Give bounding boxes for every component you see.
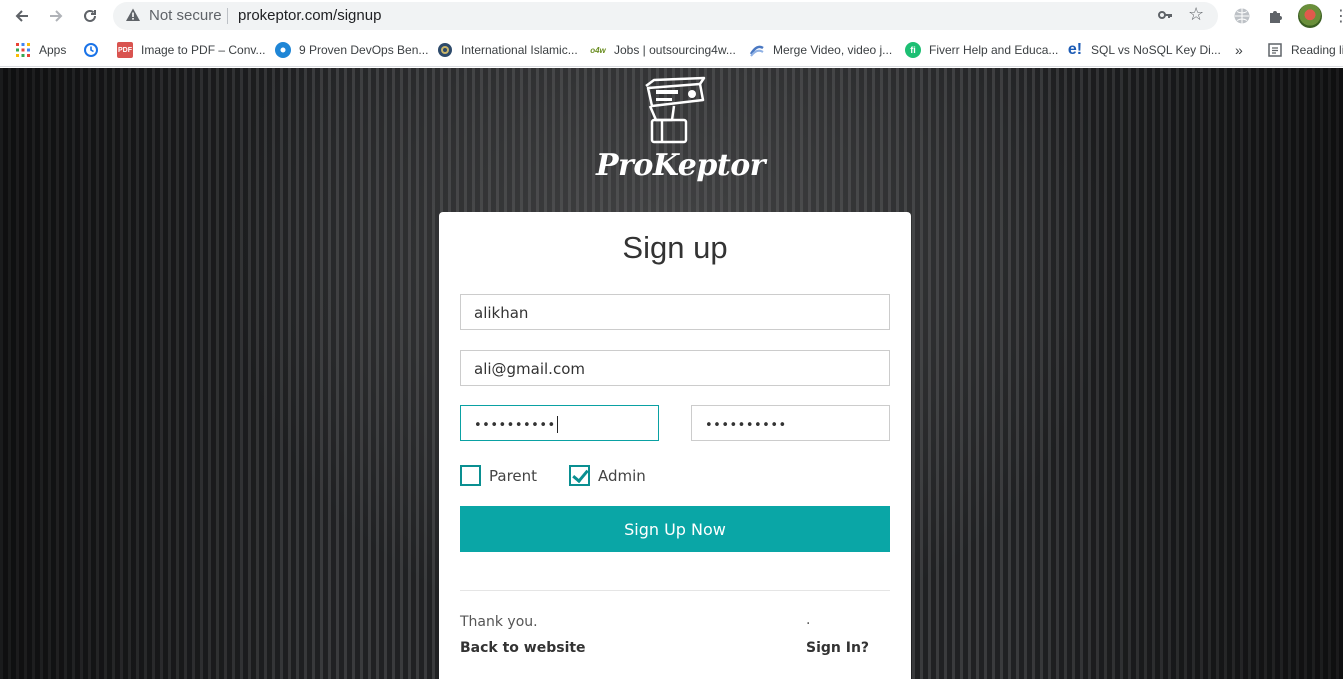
sign-up-button[interactable]: Sign Up Now bbox=[460, 506, 890, 552]
forward-arrow-icon[interactable] bbox=[44, 5, 68, 27]
bookmark-devops[interactable]: 9 Proven DevOps Ben... bbox=[275, 41, 428, 59]
bookmark-label: Fiverr Help and Educa... bbox=[929, 43, 1059, 57]
bookmark-label: Image to PDF – Conv... bbox=[141, 43, 266, 57]
bookmark-label: 9 Proven DevOps Ben... bbox=[299, 43, 429, 57]
warning-icon[interactable] bbox=[125, 7, 141, 23]
security-camera-icon bbox=[645, 76, 706, 144]
bookmark-label: SQL vs NoSQL Key Di... bbox=[1091, 43, 1221, 57]
password-value: •••••••••• bbox=[474, 418, 556, 433]
bookmark-star-icon[interactable]: ☆ bbox=[1188, 4, 1204, 25]
bookmark-merge-video[interactable]: Merge Video, video j... bbox=[749, 41, 892, 59]
url-text[interactable]: prokeptor.com/signup bbox=[238, 7, 381, 24]
bookmarks-bar: Apps PDF Image to PDF – Conv... 9 Proven… bbox=[0, 33, 1343, 67]
bookmark-history[interactable] bbox=[83, 41, 107, 59]
browser-toolbar: Not secure prokeptor.com/signup ☆ ⋮ bbox=[0, 0, 1343, 33]
bookmarks-overflow-button[interactable]: » bbox=[1235, 41, 1243, 59]
admin-label: Admin bbox=[598, 466, 646, 485]
bookmark-label: Merge Video, video j... bbox=[773, 43, 893, 57]
password-field[interactable]: •••••••••• bbox=[460, 405, 659, 441]
apps-grid-icon bbox=[15, 42, 31, 58]
reading-list-icon bbox=[1267, 42, 1283, 58]
security-label[interactable]: Not secure bbox=[149, 7, 222, 24]
back-arrow-icon[interactable] bbox=[10, 5, 34, 27]
video-icon bbox=[749, 42, 765, 58]
bookmark-outsourcing[interactable]: o4w Jobs | outsourcing4w... bbox=[590, 41, 736, 59]
browser-menu-icon[interactable]: ⋮ bbox=[1333, 6, 1343, 26]
footer-divider bbox=[460, 590, 890, 591]
bookmark-sql-nosql[interactable]: e! SQL vs NoSQL Key Di... bbox=[1067, 41, 1221, 59]
email-field[interactable]: ali@gmail.com bbox=[460, 350, 890, 386]
signup-page: ProKeptor Sign up alikhan ali@gmail.com … bbox=[0, 68, 1343, 679]
o4w-icon: o4w bbox=[590, 45, 606, 55]
fiverr-icon: fi bbox=[905, 42, 921, 58]
back-to-website-link[interactable]: Back to website bbox=[460, 640, 586, 656]
bookmark-image-to-pdf[interactable]: PDF Image to PDF – Conv... bbox=[117, 41, 266, 59]
role-admin-option[interactable]: Admin bbox=[569, 465, 646, 486]
edureka-icon: e! bbox=[1067, 41, 1083, 58]
brand-name: ProKeptor bbox=[596, 148, 766, 183]
confirm-password-value: •••••••••• bbox=[705, 418, 787, 433]
profile-avatar[interactable] bbox=[1298, 4, 1322, 28]
reading-list-button[interactable]: Reading li bbox=[1267, 41, 1343, 59]
sign-in-link[interactable]: Sign In? bbox=[806, 640, 869, 656]
pdf-icon: PDF bbox=[117, 42, 133, 58]
bookmark-apps[interactable]: Apps bbox=[15, 41, 66, 59]
reload-icon[interactable] bbox=[78, 5, 102, 27]
text-caret bbox=[556, 416, 558, 433]
bookmark-islamic-university[interactable]: International Islamic... bbox=[437, 41, 578, 59]
bookmark-fiverr[interactable]: fi Fiverr Help and Educa... bbox=[905, 41, 1058, 59]
omnibox-divider bbox=[227, 8, 228, 24]
university-icon bbox=[437, 42, 453, 58]
bookmark-label: Reading li bbox=[1291, 43, 1343, 57]
signup-card: Sign up alikhan ali@gmail.com ••••••••••… bbox=[439, 212, 911, 679]
thank-you-text: Thank you. bbox=[460, 614, 538, 630]
username-field[interactable]: alikhan bbox=[460, 294, 890, 330]
footer-dot: . bbox=[806, 612, 811, 628]
key-icon[interactable] bbox=[1157, 7, 1173, 26]
extensions-puzzle-icon[interactable] bbox=[1265, 6, 1285, 26]
parent-label: Parent bbox=[489, 466, 538, 485]
page-title: Sign up bbox=[622, 230, 728, 265]
bookmark-label: Jobs | outsourcing4w... bbox=[614, 43, 736, 57]
brand-logo[interactable]: ProKeptor bbox=[596, 76, 766, 192]
bookmark-label: Apps bbox=[39, 43, 67, 57]
role-parent-option[interactable]: Parent bbox=[460, 465, 537, 486]
confirm-password-field[interactable]: •••••••••• bbox=[691, 405, 890, 441]
address-bar[interactable]: Not secure prokeptor.com/signup ☆ bbox=[113, 2, 1218, 30]
admin-checkbox[interactable] bbox=[569, 465, 590, 486]
globe-extension-icon[interactable] bbox=[1232, 6, 1252, 26]
more-chevron-icon: » bbox=[1235, 42, 1243, 58]
devops-icon bbox=[275, 42, 291, 58]
parent-checkbox[interactable] bbox=[460, 465, 481, 486]
history-icon bbox=[83, 42, 99, 58]
bookmark-label: International Islamic... bbox=[461, 43, 578, 57]
